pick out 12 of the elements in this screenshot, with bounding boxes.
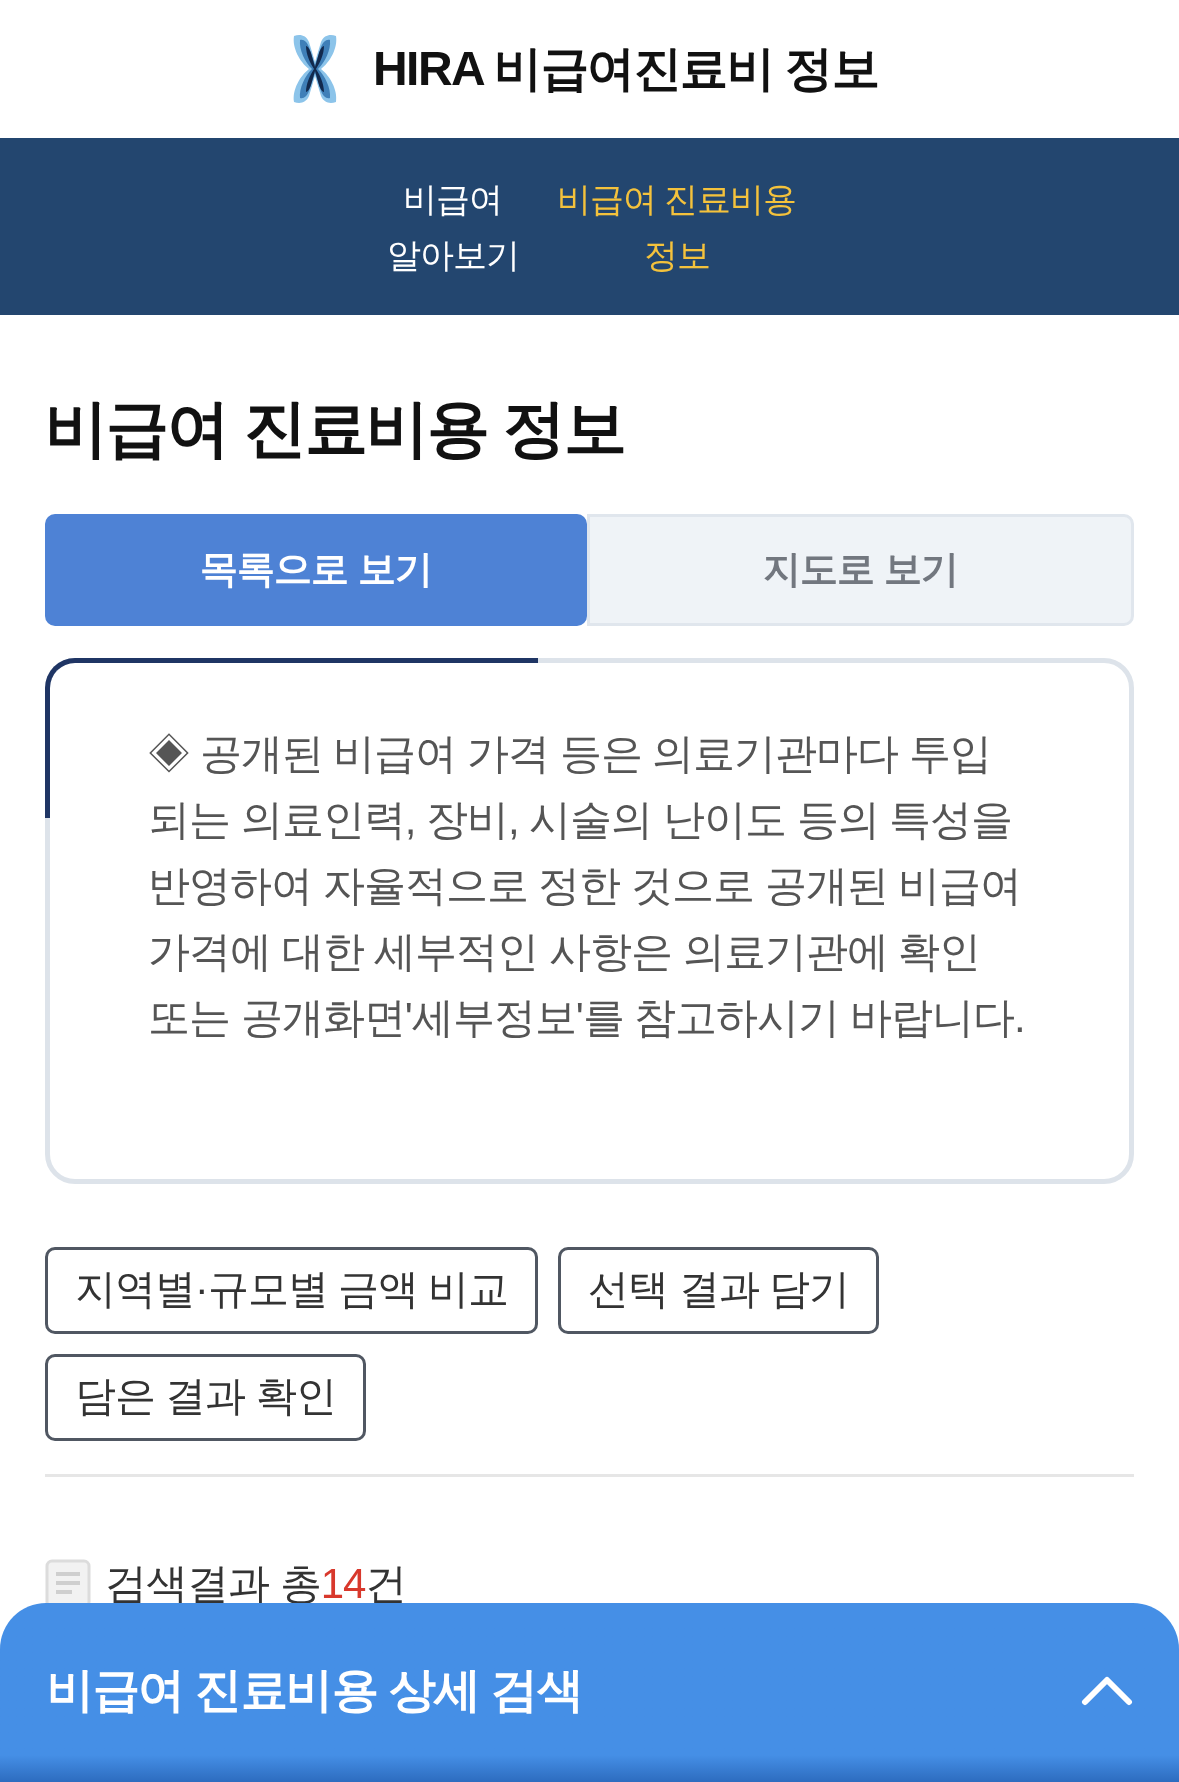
action-button[interactable]: 담은 결과 확인: [45, 1353, 366, 1441]
results-count-text: 검색결과 총14건: [105, 1562, 407, 1605]
action-button[interactable]: 선택 결과 담기: [558, 1246, 880, 1334]
page-title: 비급여 진료비용 정보: [45, 392, 625, 465]
site-title: HIRA 비급여진료비 정보: [372, 45, 879, 93]
nav-link[interactable]: 비급여 알아보기: [367, 170, 538, 283]
nav-link[interactable]: 비급여 진료비용 정보: [541, 170, 812, 283]
action-button[interactable]: 지역별·규모별 금액 비교: [45, 1246, 539, 1334]
search-sheet-title: 비급여 진료비용 상세 검색: [47, 1662, 583, 1719]
view-tab[interactable]: 목록으로 보기: [45, 513, 587, 626]
notice-text: ◈ 공개된 비급여 가격 등은 의료기관마다 투입되는 의료인력, 장비, 시술의 난이도 등의 특성을 반영하여 자율적으로 정한 것으로 공개된 비급여 가격에 대한 세부적인 사항은 의료기관에 확인 또는 공개화면'세부정보'를 참고하시기 바랍니다.: [148, 728, 1026, 1043]
view-tab[interactable]: 지도로 보기: [586, 513, 1134, 626]
